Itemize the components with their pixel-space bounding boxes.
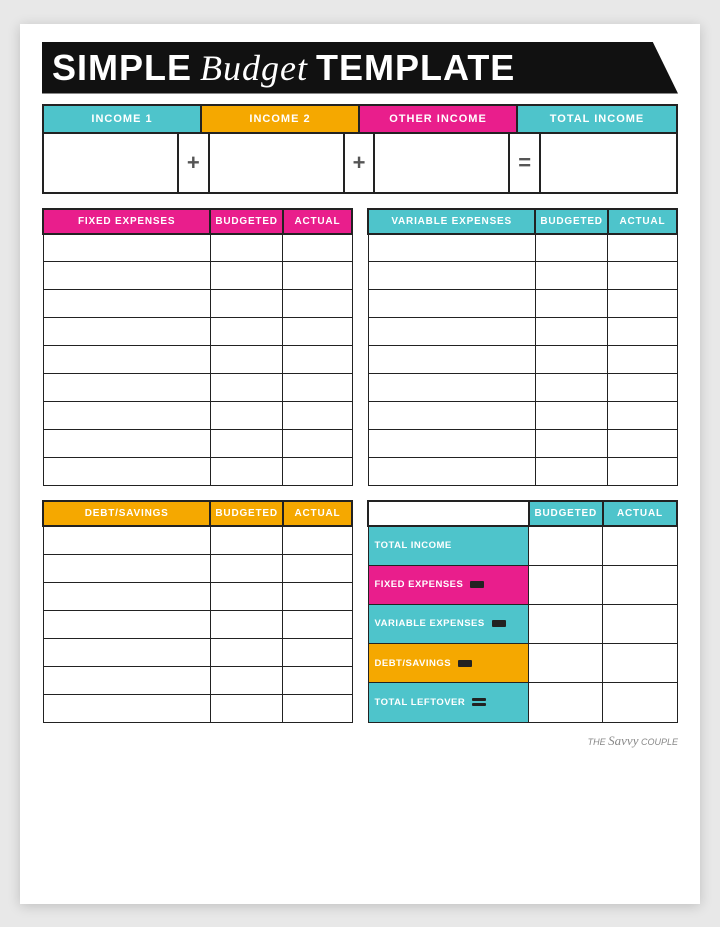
bottom-grid: DEBT/SAVINGS BUDGETED ACTUAL BUDGE <box>42 500 678 723</box>
summary-total-income-row: TOTAL INCOME <box>368 526 677 565</box>
summary-leftover-row: TOTAL LEFTOVER <box>368 683 677 722</box>
summary-debt-label: DEBT/SAVINGS <box>368 644 529 683</box>
table-row <box>43 638 352 666</box>
summary-actual-header: ACTUAL <box>603 501 677 526</box>
table-row <box>43 582 352 610</box>
summary-variable-row: VARIABLE EXPENSES <box>368 604 677 643</box>
footer-credit: THE Savvy COUPLE <box>42 733 678 749</box>
debt-budgeted-header: BUDGETED <box>210 501 283 526</box>
table-row <box>43 554 352 582</box>
table-row <box>368 430 677 458</box>
table-row <box>43 346 352 374</box>
footer-savvy: Savvy <box>608 733 638 748</box>
total-income-value[interactable] <box>541 134 676 192</box>
footer-couple: COUPLE <box>641 737 678 747</box>
income2-value[interactable] <box>210 134 345 192</box>
table-row <box>368 290 677 318</box>
title-text: SIMPLE Budget TEMPLATE <box>52 50 515 86</box>
income-row: + + = <box>42 134 678 194</box>
table-row <box>43 430 352 458</box>
equals-icon <box>472 698 486 706</box>
summary-budgeted-header: BUDGETED <box>529 501 603 526</box>
debt-savings-table: DEBT/SAVINGS BUDGETED ACTUAL <box>42 500 353 723</box>
table-row <box>43 666 352 694</box>
summary-table: BUDGETED ACTUAL TOTAL INCOME FIXED EXPEN… <box>367 500 678 723</box>
title-template: TEMPLATE <box>316 50 515 86</box>
table-row <box>368 234 677 262</box>
footer-the: THE <box>588 737 606 747</box>
fixed-expenses-table: FIXED EXPENSES BUDGETED ACTUAL <box>42 208 353 487</box>
op2: + <box>345 134 376 192</box>
table-row <box>43 318 352 346</box>
fixed-expenses-header: FIXED EXPENSES <box>43 209 210 234</box>
variable-expenses-header: VARIABLE EXPENSES <box>368 209 535 234</box>
table-row <box>43 290 352 318</box>
income1-header: INCOME 1 <box>44 106 202 132</box>
minus-icon <box>470 581 484 588</box>
summary-debt-row: DEBT/SAVINGS <box>368 644 677 683</box>
title-bar: SIMPLE Budget TEMPLATE <box>42 42 678 94</box>
variable-budgeted-header: BUDGETED <box>535 209 608 234</box>
page: SIMPLE Budget TEMPLATE INCOME 1 INCOME 2… <box>20 24 700 904</box>
summary-fixed-row: FIXED EXPENSES <box>368 565 677 604</box>
income2-header: INCOME 2 <box>202 106 360 132</box>
income1-value[interactable] <box>44 134 179 192</box>
income-header: INCOME 1 INCOME 2 OTHER INCOME TOTAL INC… <box>42 104 678 134</box>
table-row <box>43 610 352 638</box>
op3: = <box>510 134 541 192</box>
table-row <box>368 262 677 290</box>
summary-variable-label: VARIABLE EXPENSES <box>368 604 529 643</box>
title-simple: SIMPLE <box>52 50 192 86</box>
fixed-actual-header: ACTUAL <box>283 209 352 234</box>
table-row <box>43 234 352 262</box>
table-row <box>43 694 352 722</box>
total-income-header: TOTAL INCOME <box>518 106 676 132</box>
table-row <box>43 402 352 430</box>
debt-savings-header: DEBT/SAVINGS <box>43 501 210 526</box>
summary-fixed-label: FIXED EXPENSES <box>368 565 529 604</box>
fixed-budgeted-header: BUDGETED <box>210 209 283 234</box>
title-budget: Budget <box>200 50 308 86</box>
summary-empty-header <box>368 501 529 526</box>
variable-expenses-table: VARIABLE EXPENSES BUDGETED ACTUAL <box>367 208 678 487</box>
minus-icon2 <box>492 620 506 627</box>
table-row <box>368 374 677 402</box>
table-row <box>43 262 352 290</box>
other-income-value[interactable] <box>375 134 510 192</box>
table-row <box>43 374 352 402</box>
table-row <box>368 402 677 430</box>
variable-actual-header: ACTUAL <box>608 209 677 234</box>
table-row <box>43 526 352 554</box>
table-row <box>368 458 677 486</box>
minus-icon3 <box>458 660 472 667</box>
summary-leftover-label: TOTAL LEFTOVER <box>368 683 529 722</box>
summary-total-income-label: TOTAL INCOME <box>368 526 529 565</box>
table-row <box>368 318 677 346</box>
op1: + <box>179 134 210 192</box>
main-expenses-grid: FIXED EXPENSES BUDGETED ACTUAL <box>42 208 678 487</box>
table-row <box>368 346 677 374</box>
debt-actual-header: ACTUAL <box>283 501 352 526</box>
table-row <box>43 458 352 486</box>
other-income-header: OTHER INCOME <box>360 106 518 132</box>
